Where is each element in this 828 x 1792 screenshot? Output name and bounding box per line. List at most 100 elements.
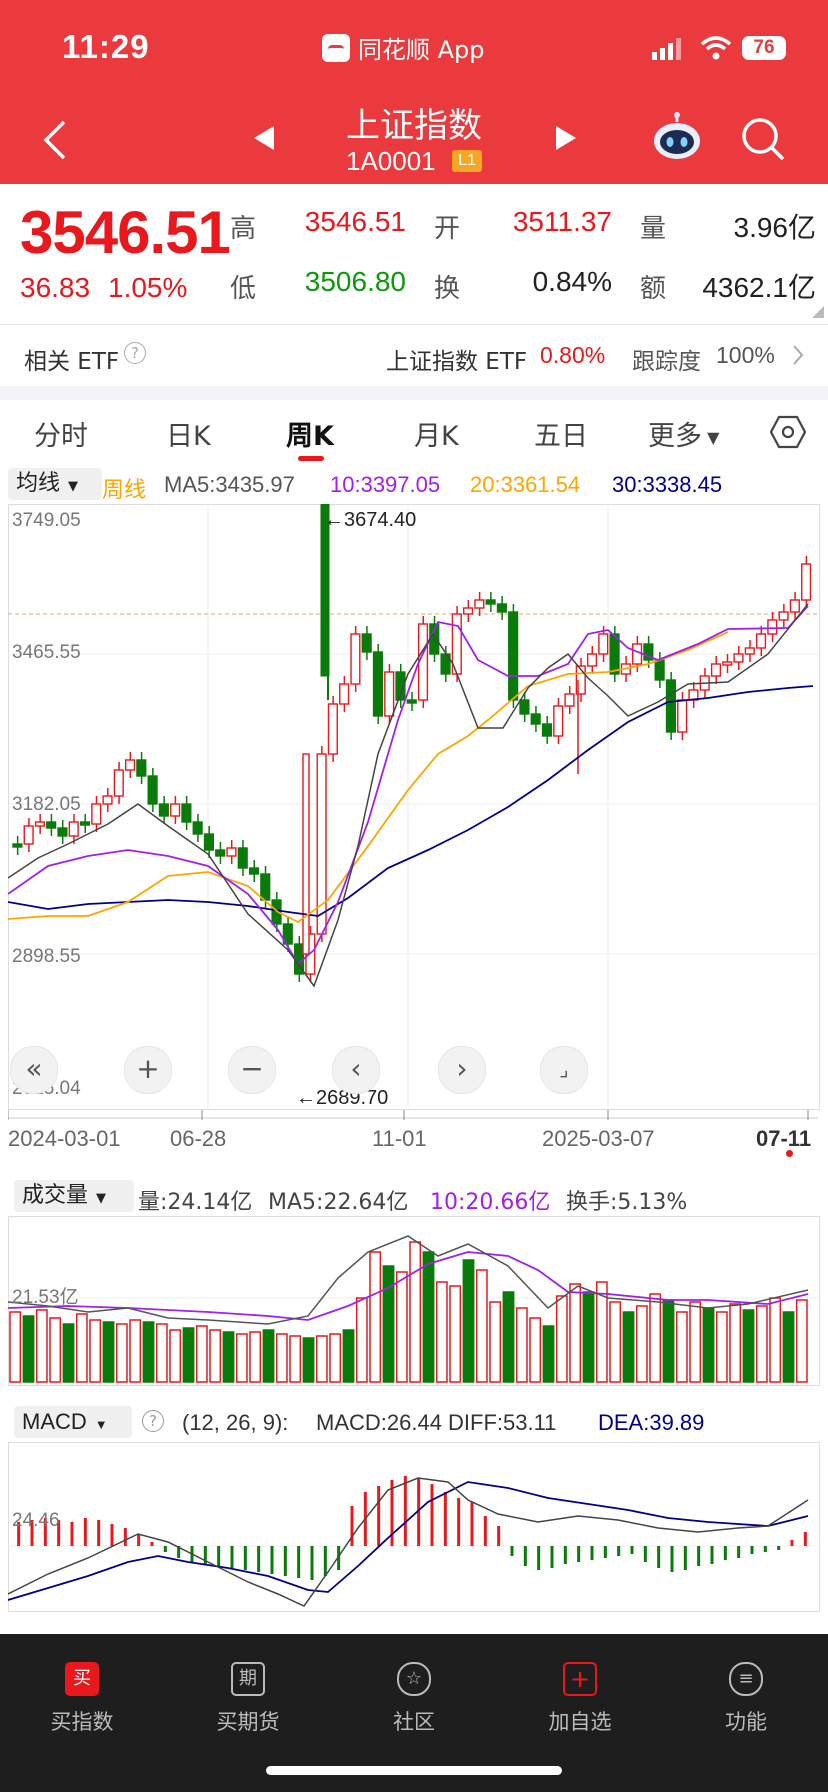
candle-body bbox=[789, 599, 800, 613]
macd-chart[interactable] bbox=[8, 1442, 820, 1612]
ma10-value: 10:3397.05 bbox=[330, 472, 441, 497]
scroll-right-button[interactable]: › bbox=[438, 1046, 486, 1094]
tab-intraday[interactable]: 分时 bbox=[34, 414, 88, 453]
macd-bar bbox=[550, 1546, 554, 1568]
macd-bar bbox=[750, 1546, 754, 1554]
robot-assistant-icon[interactable] bbox=[652, 112, 702, 162]
nav-buy-futures[interactable]: 期 买期货 bbox=[188, 1644, 308, 1736]
volume-bar bbox=[209, 1329, 222, 1383]
macd-bar bbox=[403, 1476, 407, 1546]
tab-monthly[interactable]: 月K bbox=[414, 414, 459, 453]
volume-selector[interactable]: 成交量 ▼ bbox=[14, 1180, 134, 1212]
candle-body bbox=[564, 693, 575, 707]
macd-bar bbox=[83, 1518, 87, 1546]
macd-bar bbox=[723, 1546, 727, 1560]
volume-bar bbox=[35, 1309, 48, 1383]
volume-bar bbox=[515, 1307, 528, 1383]
macd-value: MACD:26.44 bbox=[316, 1410, 442, 1435]
candle-body bbox=[474, 599, 485, 609]
wifi-icon bbox=[700, 36, 732, 60]
macd-bar bbox=[70, 1522, 74, 1546]
volume-bar bbox=[769, 1297, 782, 1383]
nav-buy-index[interactable]: 买 买指数 bbox=[22, 1644, 142, 1736]
nav-add-watchlist[interactable]: + 加自选 bbox=[520, 1644, 640, 1736]
volume-bar bbox=[275, 1333, 288, 1383]
candle-body bbox=[744, 647, 755, 655]
settings-hexagon-icon[interactable] bbox=[770, 414, 806, 450]
volume-bars bbox=[9, 1241, 808, 1383]
volume-bar bbox=[355, 1297, 368, 1383]
amount-value: 4362.1亿 bbox=[702, 272, 816, 303]
candle-body bbox=[12, 843, 23, 848]
zoom-in-button[interactable]: + bbox=[124, 1046, 172, 1094]
tab-five-day[interactable]: 五日 bbox=[534, 414, 588, 453]
volume-bar bbox=[529, 1317, 542, 1383]
expand-corner-icon[interactable] bbox=[812, 306, 824, 318]
next-stock-icon[interactable] bbox=[554, 124, 578, 152]
macd-bar bbox=[150, 1542, 154, 1546]
kline-chart[interactable]: ←3674.40 ←2689.70 bbox=[8, 504, 820, 1110]
volume-turnover: 换手:5.13% bbox=[566, 1190, 688, 1215]
search-icon[interactable] bbox=[740, 116, 786, 162]
period-label: 周线 bbox=[102, 478, 147, 503]
zoom-all-left-button[interactable]: « bbox=[10, 1046, 58, 1094]
candle-body bbox=[609, 633, 620, 675]
volume-bar bbox=[435, 1281, 448, 1383]
high-label: 高 bbox=[230, 214, 257, 244]
nav-functions-label: 功能 bbox=[725, 1710, 767, 1734]
volume-bar bbox=[289, 1335, 302, 1383]
volume-bar bbox=[342, 1329, 355, 1383]
candle-body bbox=[102, 795, 113, 805]
macd-bar bbox=[310, 1546, 314, 1580]
macd-bar bbox=[123, 1528, 127, 1546]
candle-body bbox=[136, 759, 147, 777]
volume-bar bbox=[489, 1301, 502, 1383]
volume-chart[interactable] bbox=[8, 1216, 820, 1386]
macd-y-label: 24.46 bbox=[12, 1510, 60, 1531]
nav-buy-index-label: 买指数 bbox=[50, 1710, 114, 1734]
related-etf-row[interactable]: 相关 ETF ? 上证指数 ETF 0.80% 跟踪度 100% bbox=[0, 324, 828, 386]
nav-community[interactable]: ☆ 社区 bbox=[354, 1644, 474, 1736]
ma-selector[interactable]: 均线 ▼ bbox=[8, 468, 102, 500]
current-price: 3546.51 bbox=[20, 199, 231, 266]
candle-body bbox=[530, 713, 541, 725]
candle-body bbox=[665, 679, 676, 733]
low-value: 3506.80 bbox=[304, 266, 406, 297]
tab-weekly[interactable]: 周K bbox=[286, 414, 334, 453]
volume-bar bbox=[569, 1283, 582, 1383]
macd-selector[interactable]: MACD ▼ bbox=[14, 1406, 132, 1438]
tab-daily[interactable]: 日K bbox=[166, 414, 211, 453]
zoom-out-button[interactable]: − bbox=[228, 1046, 276, 1094]
volume-bar bbox=[62, 1323, 75, 1383]
volume-bar bbox=[75, 1313, 88, 1383]
nav-functions[interactable]: ≡ 功能 bbox=[686, 1644, 806, 1736]
kline-grid bbox=[8, 504, 818, 1108]
help-icon[interactable]: ? bbox=[124, 342, 146, 364]
volume-bar bbox=[649, 1293, 662, 1383]
fullscreen-button[interactable]: ⌟ bbox=[540, 1046, 588, 1094]
ma-legend-row: 均线 ▼ 周线 MA5:3435.97 10:3397.05 20:3361.54… bbox=[0, 464, 828, 504]
battery-indicator: 76 bbox=[742, 36, 786, 60]
macd-bar bbox=[643, 1546, 647, 1562]
price-change: 36.83 bbox=[20, 272, 91, 303]
volume-bar bbox=[795, 1299, 808, 1383]
macd-bar bbox=[350, 1506, 354, 1546]
volume-bar bbox=[755, 1305, 768, 1383]
scroll-left-button[interactable]: ‹ bbox=[332, 1046, 380, 1094]
macd-bar bbox=[230, 1546, 234, 1568]
candle-body bbox=[485, 599, 496, 605]
volume-bar bbox=[622, 1311, 635, 1383]
volume-bar bbox=[422, 1251, 435, 1383]
ma5-value: MA5:3435.97 bbox=[164, 472, 295, 497]
app-name-text: 同花顺 App bbox=[358, 36, 485, 64]
macd-bar bbox=[510, 1546, 514, 1556]
volume-bar bbox=[782, 1311, 795, 1383]
volume-bar bbox=[729, 1303, 742, 1383]
macd-help-icon[interactable]: ? bbox=[142, 1410, 164, 1432]
candle-body bbox=[496, 603, 507, 613]
candle-body bbox=[710, 663, 722, 677]
candle-body bbox=[327, 703, 338, 755]
tab-more[interactable]: 更多 ▼ bbox=[648, 414, 719, 453]
buy-index-icon: 买 bbox=[65, 1662, 99, 1696]
macd-bar bbox=[243, 1546, 247, 1570]
